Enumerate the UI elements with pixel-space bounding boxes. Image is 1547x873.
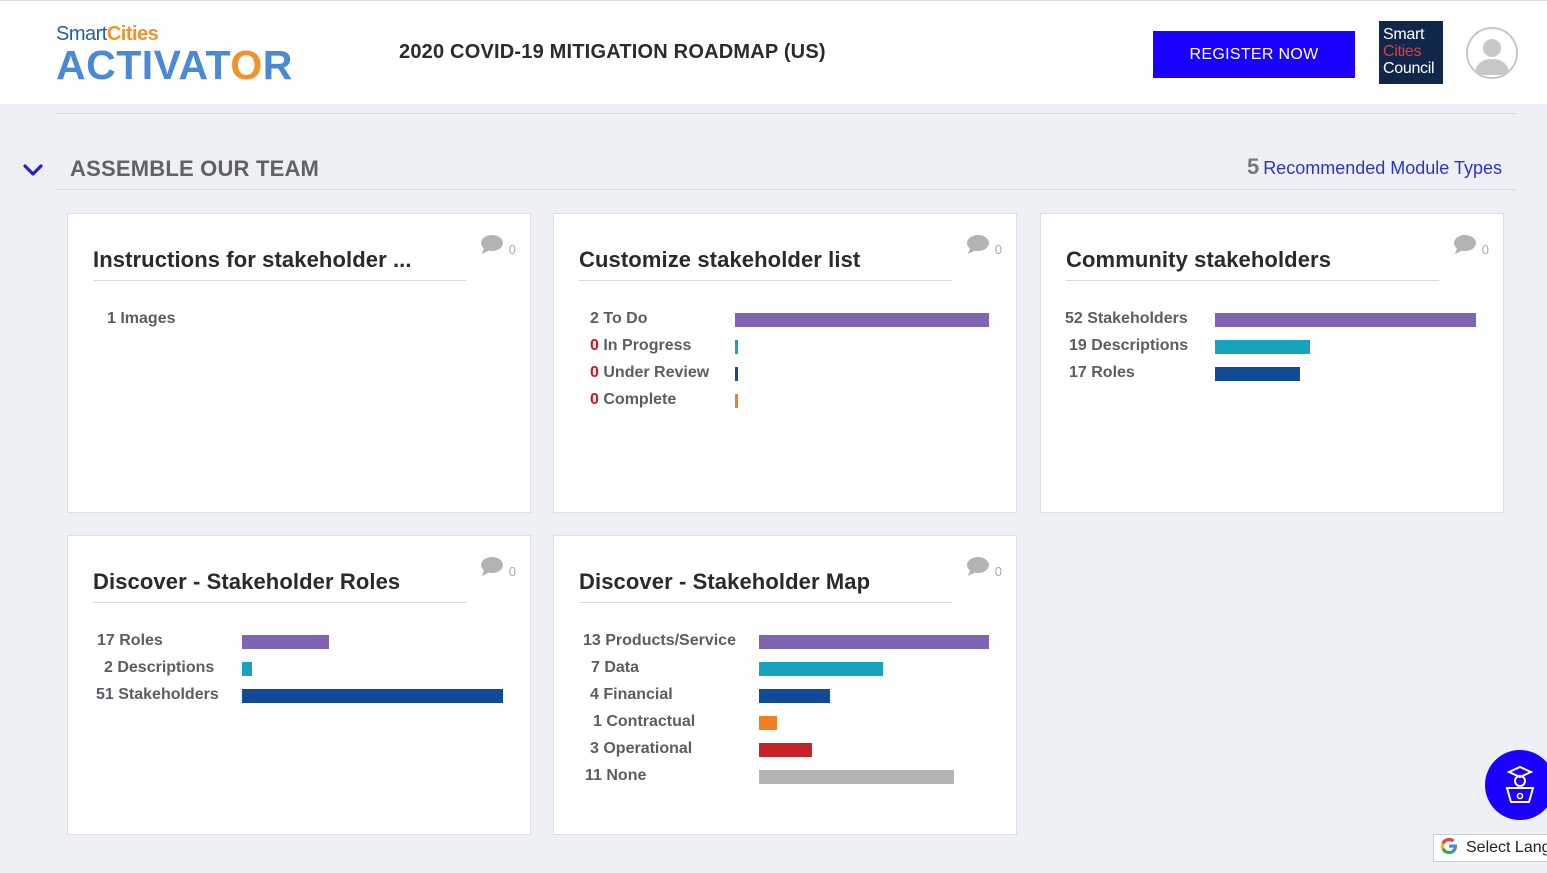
comment-count: 0 [994,242,1002,257]
stat-label-todo: 2 To Do [590,310,648,327]
graduate-helper-icon [1485,765,1547,824]
user-avatar-icon[interactable] [1466,27,1518,79]
stat-label-roles: 17 Roles [1069,364,1135,381]
stat-bar-under-review [735,367,738,381]
card-title: Instructions for stakeholder ... [93,247,412,272]
stat-bar-products [759,635,989,649]
comment-indicator[interactable]: 0 [966,234,1002,257]
recommended-module-types-link[interactable]: 5 Recommended Module Types [1247,154,1502,180]
card-title: Community stakeholders [1066,247,1332,272]
module-card-instructions[interactable]: Instructions for stakeholder ... 0 1 Ima… [67,213,531,513]
card-title: Discover - Stakeholder Map [579,569,871,594]
stat-label-under-review: 0 Under Review [590,364,710,381]
google-g-icon [1438,835,1460,861]
module-label: Recommended Module Types [1263,158,1502,178]
stat-bar-descriptions [1215,340,1310,354]
chevron-down-icon[interactable] [20,158,46,182]
comment-indicator[interactable]: 0 [480,234,516,257]
stat-bar-none [759,770,954,784]
stat-label-operational: 3 Operational [590,740,693,757]
card-title: Discover - Stakeholder Roles [93,569,401,594]
module-card-stakeholder-map[interactable]: Discover - Stakeholder Map 0 13 Products… [553,535,1017,835]
stat-label-data: 7 Data [591,659,640,676]
smart-cities-activator-logo[interactable]: SmartCities ACTIVATOR [56,23,336,87]
help-assistant-button[interactable] [1485,750,1547,820]
card-title-divider [579,280,952,281]
roadmap-title: 2020 COVID-19 MITIGATION ROADMAP (US) [399,41,826,63]
card-title-divider [93,602,466,603]
comment-indicator[interactable]: 0 [480,556,516,579]
comment-bubble-icon [966,556,990,577]
stat-bar-in-progress [735,340,738,354]
section-title: ASSEMBLE OUR TEAM [70,156,320,181]
section-divider [56,189,1517,190]
comment-indicator[interactable]: 0 [1453,234,1489,257]
stat-bar-roles [242,635,329,649]
stat-label-stakeholders: 51 Stakeholders [96,686,219,703]
comment-bubble-icon [480,556,504,577]
logo-main-text: ACTIVATOR [56,42,293,88]
module-card-community-stakeholders[interactable]: Community stakeholders 0 52 Stakeholders… [1040,213,1504,513]
comment-bubble-icon [480,234,504,255]
stat-label-stakeholders: 52 Stakeholders [1065,310,1188,327]
stat-label-in-progress: 0 In Progress [590,337,692,354]
module-card-stakeholder-roles[interactable]: Discover - Stakeholder Roles 0 17 Roles … [67,535,531,835]
card-title-divider [579,602,952,603]
comment-count: 0 [508,564,516,579]
stat-label-contractual: 1 Contractual [593,713,696,730]
stat-bar-descriptions [242,662,252,676]
smart-cities-council-logo[interactable]: Smart Cities Council [1379,21,1443,84]
comment-count: 0 [994,564,1002,579]
stat-bar-stakeholders [242,689,503,703]
card-title-divider [1066,280,1439,281]
comment-indicator[interactable]: 0 [966,556,1002,579]
stat-label: 1 Images [107,310,176,327]
comment-count: 0 [1481,242,1489,257]
register-now-button[interactable]: REGISTER NOW [1153,31,1355,78]
stat-label-descriptions: 19 Descriptions [1069,337,1189,354]
stat-label-roles: 17 Roles [97,632,163,649]
module-count: 5 [1246,154,1260,179]
stat-label-descriptions: 2 Descriptions [104,659,215,676]
language-selector-label: Select Language [1466,839,1547,856]
stat-bar-data [759,662,883,676]
stat-bar-operational [759,743,812,757]
stat-bar-todo [735,313,989,327]
module-card-customize-stakeholder-list[interactable]: Customize stakeholder list 0 2 To Do 0 I… [553,213,1017,513]
stat-bar-roles [1215,367,1300,381]
stat-bar-contractual [759,716,777,730]
card-title: Customize stakeholder list [579,247,861,272]
stat-bar-financial [759,689,830,703]
card-title-divider [93,280,466,281]
stat-bar-complete [735,394,738,408]
stat-label-none: 11 None [585,767,647,784]
language-selector[interactable]: Select Language [1433,834,1547,862]
comment-bubble-icon [1453,234,1477,255]
stat-label-products: 13 Products/Service [583,632,736,649]
top-header: SmartCities ACTIVATOR 2020 COVID-19 MITI… [0,0,1547,104]
stat-label-financial: 4 Financial [590,686,673,703]
stat-label-complete: 0 Complete [590,391,677,408]
header-divider [56,113,1517,114]
comment-count: 0 [508,242,516,257]
comment-bubble-icon [966,234,990,255]
stat-bar-stakeholders [1215,313,1476,327]
